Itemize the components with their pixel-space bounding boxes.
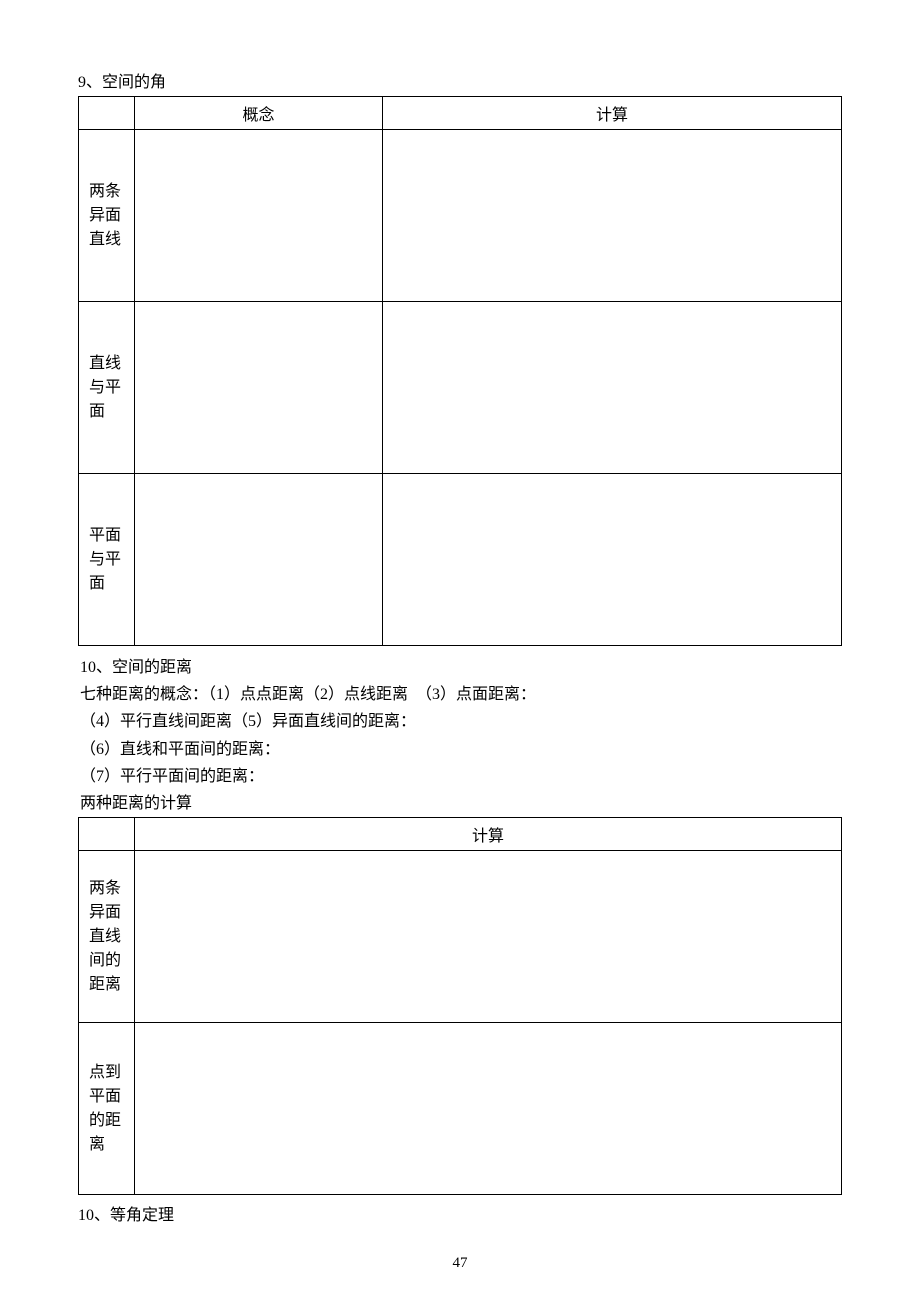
section-9-title: 9、空间的角 <box>78 68 842 92</box>
table-header-empty <box>79 97 135 130</box>
row-label: 两条 异面 直线 间的 距离 <box>79 851 135 1023</box>
row-label: 直线 与平 面 <box>79 302 135 474</box>
row-calc <box>135 1023 842 1195</box>
section-9-table: 概念 计算 两条 异面 直线 直线 与平 面 平面 与平 面 <box>78 96 842 646</box>
section-10-subtitle: 两种距离的计算 <box>80 790 842 817</box>
section-10-title: 10、空间的距离 <box>80 654 842 681</box>
page-number: 47 <box>0 1255 920 1272</box>
table-header-calc: 计算 <box>135 818 842 851</box>
table-header-empty <box>79 818 135 851</box>
distance-line: （4）平行直线间距离（5）异面直线间的距离： <box>80 708 842 735</box>
section-10-block: 10、空间的距离 七种距离的概念：（1）点点距离（2）点线距离 （3）点面距离：… <box>78 654 842 817</box>
row-label-text: 两条 异面 直线 间的 距离 <box>89 880 121 993</box>
row-label-text: 两条 异面 直线 <box>89 183 121 248</box>
table-header-concept: 概念 <box>135 97 383 130</box>
row-label-text: 平面 与平 面 <box>89 527 121 592</box>
row-label-text: 点到 平面 的距 离 <box>89 1064 121 1153</box>
row-concept <box>135 474 383 646</box>
distance-line: 七种距离的概念：（1）点点距离（2）点线距离 （3）点面距离： <box>80 681 842 708</box>
table-header-row: 概念 计算 <box>79 97 842 130</box>
table-header-row: 计算 <box>79 818 842 851</box>
distance-line: （6）直线和平面间的距离： <box>80 736 842 763</box>
distance-line: （7）平行平面间的距离： <box>80 763 842 790</box>
row-label: 两条 异面 直线 <box>79 130 135 302</box>
row-label-text: 直线 与平 面 <box>89 355 121 420</box>
table-row: 直线 与平 面 <box>79 302 842 474</box>
table-row: 两条 异面 直线 间的 距离 <box>79 851 842 1023</box>
row-calc <box>383 302 842 474</box>
row-concept <box>135 130 383 302</box>
row-label: 点到 平面 的距 离 <box>79 1023 135 1195</box>
row-calc <box>383 474 842 646</box>
table-row: 平面 与平 面 <box>79 474 842 646</box>
row-calc <box>135 851 842 1023</box>
row-calc <box>383 130 842 302</box>
table-header-calc: 计算 <box>383 97 842 130</box>
row-label: 平面 与平 面 <box>79 474 135 646</box>
row-concept <box>135 302 383 474</box>
table-row: 两条 异面 直线 <box>79 130 842 302</box>
section-10b-title: 10、等角定理 <box>78 1201 842 1225</box>
table-row: 点到 平面 的距 离 <box>79 1023 842 1195</box>
section-10-table: 计算 两条 异面 直线 间的 距离 点到 平面 的距 离 <box>78 817 842 1195</box>
